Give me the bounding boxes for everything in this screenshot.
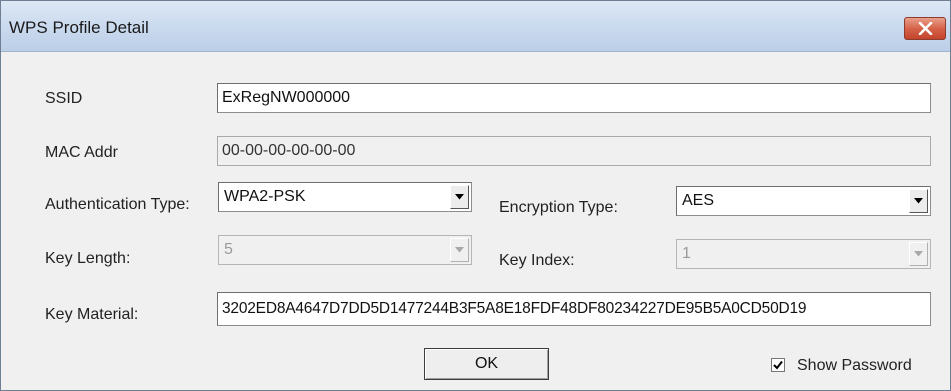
key-length-select: 5 [218, 235, 472, 265]
authentication-type-label: Authentication Type: [45, 196, 190, 213]
key-material-input[interactable]: 3202ED8A4647D7DD5D1477244B3F5A8E18FDF48D… [217, 292, 931, 326]
close-button[interactable] [904, 17, 946, 40]
mac-addr-label: MAC Addr [45, 144, 118, 161]
ok-button[interactable]: OK [424, 348, 549, 380]
chevron-down-icon [455, 194, 464, 200]
authentication-type-dropdown-button[interactable] [450, 185, 469, 209]
window-title: WPS Profile Detail [9, 18, 149, 37]
chevron-down-icon [914, 198, 923, 204]
key-index-value: 1 [682, 245, 691, 262]
ssid-input[interactable]: ExRegNW000000 [217, 83, 931, 113]
authentication-type-select[interactable]: WPA2-PSK [218, 182, 472, 212]
key-index-select: 1 [676, 239, 931, 269]
encryption-type-select[interactable]: AES [676, 186, 931, 216]
title-bar[interactable]: WPS Profile Detail [1, 1, 950, 52]
key-index-label: Key Index: [499, 252, 575, 269]
dialog-body: SSID ExRegNW000000 MAC Addr 00-00-00-00-… [1, 52, 950, 390]
show-password-label[interactable]: Show Password [797, 357, 912, 375]
wps-profile-detail-dialog: WPS Profile Detail SSID ExRegNW000000 MA… [0, 0, 951, 391]
mac-addr-field: 00-00-00-00-00-00 [217, 136, 931, 166]
authentication-type-value: WPA2-PSK [224, 188, 306, 205]
key-length-dropdown-button [450, 238, 469, 262]
encryption-type-label: Encryption Type: [499, 199, 618, 216]
chevron-down-icon [455, 247, 464, 253]
encryption-type-dropdown-button[interactable] [909, 189, 928, 213]
key-length-label: Key Length: [45, 250, 131, 267]
key-material-label: Key Material: [45, 306, 139, 323]
encryption-type-value: AES [682, 192, 715, 209]
close-icon [918, 22, 933, 35]
ssid-label: SSID [45, 90, 83, 107]
key-length-value: 5 [224, 241, 233, 258]
show-password-checkbox[interactable] [771, 358, 785, 372]
chevron-down-icon [914, 251, 923, 257]
checkmark-icon [773, 360, 783, 370]
key-index-dropdown-button [909, 242, 928, 266]
